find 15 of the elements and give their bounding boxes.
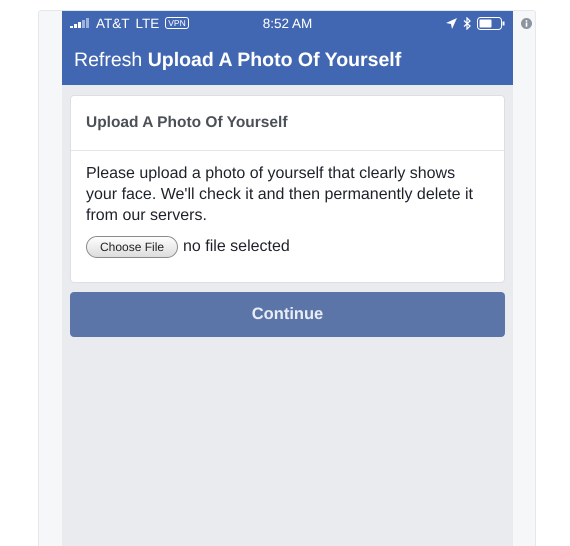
- location-arrow-icon: [446, 18, 457, 28]
- signal-icon: [70, 18, 90, 28]
- clock-time: 8:52 AM: [262, 16, 312, 30]
- carrier-label: AT&T: [96, 16, 130, 30]
- network-label: LTE: [136, 16, 160, 30]
- choose-file-button[interactable]: Choose File: [86, 236, 178, 258]
- card-title: Upload A Photo Of Yourself: [86, 114, 288, 132]
- continue-button[interactable]: Continue: [70, 292, 505, 337]
- bluetooth-icon: [463, 16, 471, 30]
- instruction-text: Please upload a photo of yourself that clearly shows your face. We'll check it and then permanently delete it from our servers.: [86, 164, 474, 226]
- info-icon[interactable]: [521, 18, 532, 29]
- header-title: Refresh Upload A Photo Of Yourself: [74, 48, 402, 72]
- vpn-badge: VPN: [165, 17, 189, 29]
- battery-icon: [477, 16, 505, 30]
- file-status-text: no file selected: [183, 238, 290, 256]
